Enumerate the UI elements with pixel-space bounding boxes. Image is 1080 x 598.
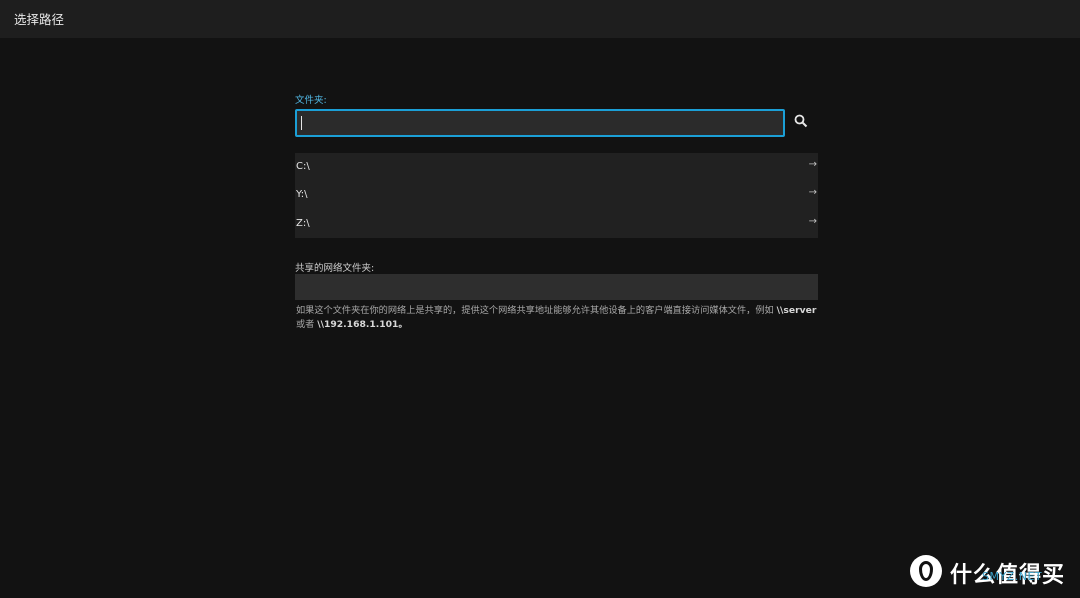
title-bar: ‹ 选择路径 <box>0 0 1080 38</box>
folder-label: 文件夹: <box>295 95 327 106</box>
help-example-server: \\server <box>776 305 817 316</box>
page-title: 选择路径 <box>14 12 65 27</box>
drive-list: C:\ → Y:\ → Z:\ → <box>295 153 818 238</box>
arrow-right-icon: → <box>808 187 817 198</box>
drive-name: C:\ <box>296 161 310 172</box>
help-suffix: 。 <box>398 319 408 330</box>
arrow-right-icon: → <box>808 159 817 170</box>
search-icon <box>794 114 808 128</box>
drive-item-c[interactable]: C:\ → <box>295 153 818 181</box>
help-example-ip: \\192.168.1.101 <box>317 319 399 330</box>
search-button[interactable] <box>793 113 809 129</box>
watermark-logo-icon <box>910 555 942 587</box>
watermark-site: SMYZ.NET <box>982 570 1043 583</box>
shared-folder-input[interactable] <box>295 274 818 300</box>
drive-item-z[interactable]: Z:\ → <box>295 210 818 238</box>
drive-name: Z:\ <box>296 218 310 229</box>
folder-input[interactable] <box>295 109 785 137</box>
drive-item-y[interactable]: Y:\ → <box>295 181 818 209</box>
drive-name: Y:\ <box>296 189 308 200</box>
text-caret <box>301 116 302 130</box>
help-or: 或者 <box>296 319 318 330</box>
help-prefix: 如果这个文件夹在你的网络上是共享的，提供这个网络共享地址能够允许其他设备上的客户… <box>296 305 777 316</box>
chevron-left-icon[interactable]: ‹ <box>0 11 1 26</box>
shared-folder-help: 如果这个文件夹在你的网络上是共享的，提供这个网络共享地址能够允许其他设备上的客户… <box>296 304 818 332</box>
watermark: 什么值得买 SMYZ.NET <box>910 555 1080 589</box>
arrow-right-icon: → <box>808 216 817 227</box>
shared-folder-label: 共享的网络文件夹: <box>295 263 375 274</box>
